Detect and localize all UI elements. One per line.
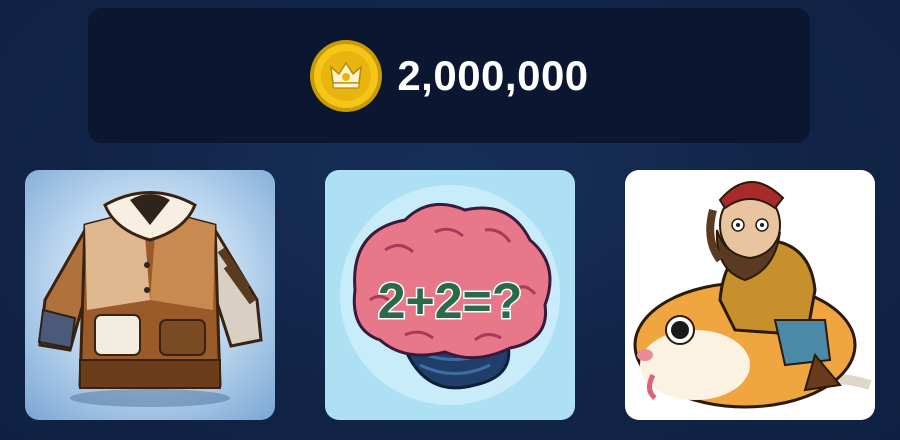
hamster-rider-image <box>633 181 872 409</box>
mini-app-screen: 2,000,000 2+2=? <box>0 0 900 440</box>
balance-amount: 2,000,000 <box>397 51 589 99</box>
puzzle-text: 2+2=? <box>378 273 523 329</box>
fur-coat-card[interactable] <box>25 170 275 420</box>
balance-panel: 2,000,000 <box>88 8 810 143</box>
brain-puzzle-card[interactable]: 2+2=? <box>325 170 575 420</box>
hamster-rider-card[interactable] <box>625 170 875 420</box>
fur-coat-image <box>37 191 263 407</box>
coin-icon <box>310 39 383 112</box>
brain-puzzle-image: 2+2=? <box>340 185 560 405</box>
